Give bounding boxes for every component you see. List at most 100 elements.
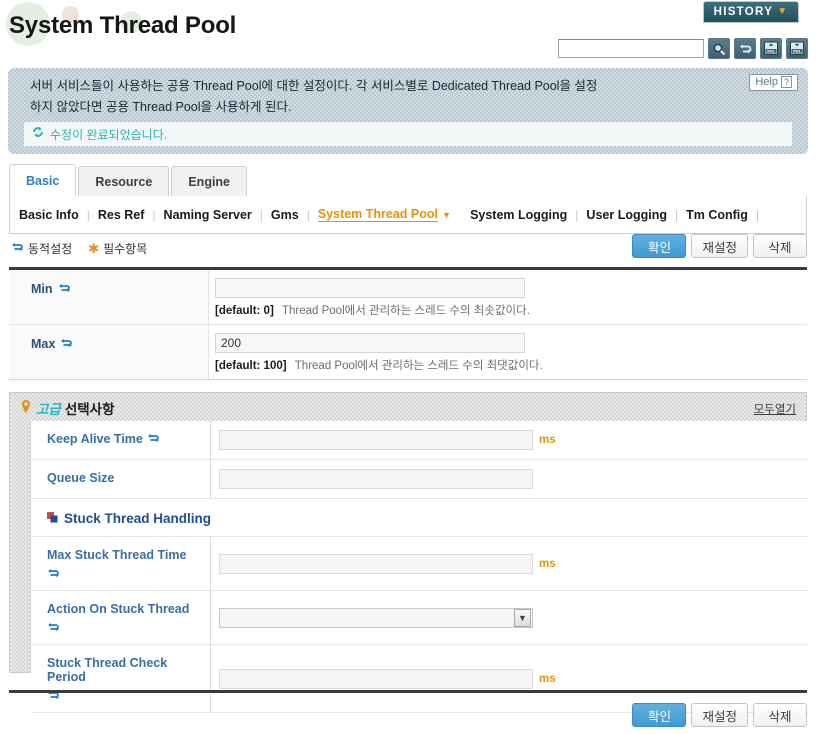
legend: 동적설정 ✱ 필수항목: [11, 240, 147, 257]
field-row-keep-alive-time: Keep Alive Time ms: [31, 421, 808, 460]
unit-label-ms: ms: [539, 557, 556, 570]
description-line-1: 서버 서비스들이 사용하는 공용 Thread Pool에 대한 설정이다. 각…: [30, 79, 598, 93]
field-value-keep-alive-time: ms: [211, 421, 808, 459]
subnav-item-system-thread-pool[interactable]: System Thread Pool: [317, 207, 439, 222]
field-label-action-on-stuck-thread-text: Action On Stuck Thread: [47, 602, 190, 616]
advanced-section-title: 고급 선택사항: [20, 398, 115, 418]
history-button[interactable]: HISTORY ▼: [703, 1, 799, 23]
tab-engine[interactable]: Engine: [171, 166, 248, 196]
expand-all-link[interactable]: 모두열기: [754, 401, 796, 417]
advanced-section-header: 고급 선택사항 모두열기: [10, 393, 806, 421]
field-label-min-text: Min: [31, 282, 53, 296]
field-label-max-stuck-thread-time: Max Stuck Thread Time: [31, 537, 211, 590]
required-asterisk-icon: ✱: [88, 241, 100, 256]
tab-basic-label: Basic: [26, 173, 60, 188]
action-on-stuck-thread-select[interactable]: ▼: [219, 607, 533, 628]
min-input[interactable]: [215, 278, 525, 298]
keep-alive-time-input[interactable]: [219, 430, 533, 450]
top-button-row: 확인 재설정 삭제: [632, 234, 807, 258]
chevron-down-icon: ▼: [777, 6, 789, 17]
svg-text:XML: XML: [767, 49, 776, 54]
help-button[interactable]: Help ?: [749, 74, 798, 91]
unit-label-ms: ms: [539, 672, 556, 685]
delete-button-top[interactable]: 삭제: [753, 234, 807, 258]
subnav-separator: |: [674, 207, 679, 222]
field-default-min: [default: 0]: [215, 305, 274, 317]
reset-button-top[interactable]: 재설정: [691, 234, 748, 258]
subnav-item-naming-server[interactable]: Naming Server: [164, 208, 252, 222]
svg-text:XML: XML: [793, 49, 802, 54]
application-page: System Thread Pool HISTORY ▼ XML XML 서버 …: [0, 0, 816, 734]
chevron-down-icon[interactable]: ▼: [514, 608, 531, 627]
legend-required-label: 필수항목: [103, 242, 148, 256]
legend-dynamic-label: 동적설정: [28, 242, 73, 256]
xml-export-button[interactable]: XML: [786, 38, 808, 59]
subnav-item-basic-info[interactable]: Basic Info: [19, 208, 79, 222]
tab-engine-label: Engine: [188, 174, 231, 189]
xml-import-button[interactable]: XML: [760, 38, 782, 59]
xml-import-icon: XML: [763, 41, 779, 56]
field-label-max: Max: [9, 325, 209, 379]
field-value-max: [default: 100] Thread Pool에서 관리하는 스레드 수의…: [209, 325, 807, 379]
confirm-button-top[interactable]: 확인: [632, 234, 687, 258]
tab-basic[interactable]: Basic: [9, 164, 77, 196]
subnav-separator: |: [86, 207, 90, 222]
action-bar: 동적설정 ✱ 필수항목 확인 재설정 삭제: [9, 234, 807, 266]
queue-size-input[interactable]: [219, 469, 533, 489]
tab-resource-label: Resource: [95, 174, 153, 189]
field-row-min: Min [default: 0] Thread Pool에서 관리하는 스레드 …: [9, 270, 807, 325]
subnav-item-res-ref[interactable]: Res Ref: [98, 208, 145, 222]
dynamic-config-icon: [11, 241, 24, 256]
tab-resource[interactable]: Resource: [78, 166, 170, 196]
subnav-separator: |: [259, 207, 263, 222]
page-header: System Thread Pool HISTORY ▼ XML XML: [0, 0, 816, 62]
pin-icon: [20, 399, 32, 418]
question-mark-icon: ?: [780, 76, 792, 88]
field-hint-text-max: Thread Pool에서 관리하는 스레드 수의 최댓값이다.: [294, 360, 543, 372]
description-text: 서버 서비스들이 사용하는 공용 Thread Pool에 대한 설정이다. 각…: [30, 76, 730, 118]
confirm-button-bottom[interactable]: 확인: [632, 703, 687, 727]
advanced-section: 고급 선택사항 모두열기 Keep Alive Time ms Queue Si…: [9, 392, 808, 713]
subnav-item-tm-config[interactable]: Tm Config: [686, 208, 748, 222]
primary-tabs: Basic Resource Engine: [9, 164, 249, 196]
search-input[interactable]: [558, 39, 704, 58]
stuck-thread-check-period-input[interactable]: [219, 668, 533, 689]
header-toolbar: XML XML: [558, 38, 808, 59]
max-stuck-thread-time-input[interactable]: [219, 553, 533, 574]
delete-button-bottom[interactable]: 삭제: [753, 703, 807, 727]
subnav-item-system-logging[interactable]: System Logging: [470, 208, 567, 222]
field-row-max-stuck-thread-time: Max Stuck Thread Time ms: [31, 537, 808, 591]
status-refresh-icon: [32, 125, 44, 143]
field-label-queue-size-text: Queue Size: [47, 471, 115, 485]
page-title: System Thread Pool: [9, 12, 237, 39]
unit-label-ms: ms: [539, 434, 556, 446]
search-button[interactable]: [708, 38, 730, 59]
sub-navigation: Basic Info | Res Ref | Naming Server | G…: [9, 196, 807, 234]
dynamic-config-icon: [60, 337, 73, 352]
status-message-text: 수정이 완료되었습니다.: [50, 127, 168, 142]
advanced-section-body: Keep Alive Time ms Queue Size Stuck Thre…: [30, 421, 808, 713]
field-label-max-stuck-thread-time-text: Max Stuck Thread Time: [47, 548, 187, 562]
field-hint-min: [default: 0] Thread Pool에서 관리하는 스레드 수의 최…: [215, 302, 807, 318]
subnav-chevron-down-icon[interactable]: ▼: [442, 210, 451, 220]
dynamic-config-icon: [47, 567, 204, 582]
bullet-square-icon: [47, 511, 58, 526]
max-input[interactable]: [215, 333, 525, 353]
subnav-separator: |: [755, 207, 760, 222]
field-label-keep-alive-time: Keep Alive Time: [31, 421, 211, 459]
field-label-keep-alive-time-text: Keep Alive Time: [47, 432, 143, 446]
field-row-action-on-stuck-thread: Action On Stuck Thread ▼: [31, 591, 808, 645]
field-value-max-stuck-thread-time: ms: [211, 537, 808, 590]
advanced-title-rest: 선택사항: [64, 402, 115, 417]
field-hint-max: [default: 100] Thread Pool에서 관리하는 스레드 수의…: [215, 357, 807, 373]
dynamic-config-icon: [58, 282, 71, 297]
reset-button-bottom[interactable]: 재설정: [691, 703, 748, 727]
field-value-min: [default: 0] Thread Pool에서 관리하는 스레드 수의 최…: [209, 270, 807, 324]
basic-field-table: Min [default: 0] Thread Pool에서 관리하는 스레드 …: [9, 267, 807, 380]
refresh-button[interactable]: [734, 38, 756, 59]
subnav-item-user-logging[interactable]: User Logging: [586, 208, 667, 222]
field-label-max-text: Max: [31, 337, 56, 351]
field-value-queue-size: [211, 460, 808, 498]
subnav-item-gms[interactable]: Gms: [271, 208, 299, 222]
field-label-stuck-thread-check-period-text: Stuck Thread Check Period: [47, 656, 168, 684]
